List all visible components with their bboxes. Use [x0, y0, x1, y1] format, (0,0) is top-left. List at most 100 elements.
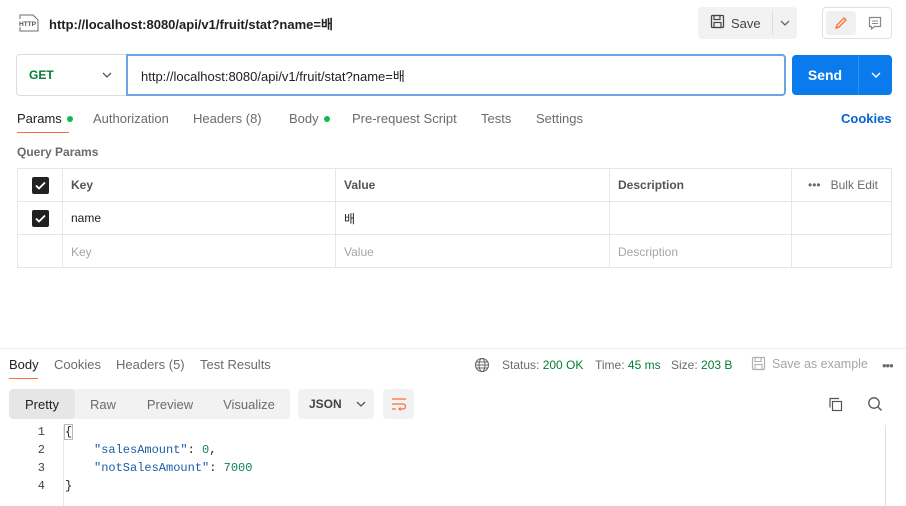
tab-pre-request-script[interactable]: Pre-request Script [352, 111, 457, 126]
send-button-group: Send [792, 55, 892, 95]
view-visualize-button[interactable]: Visualize [217, 389, 281, 419]
time-value: 45 ms [627, 358, 661, 372]
method-select[interactable]: GET [16, 54, 126, 96]
response-status: Status: 200 OK [502, 358, 583, 372]
line-number: 4 [37, 479, 45, 493]
view-pretty-button[interactable]: Pretty [9, 389, 75, 419]
chevron-down-icon [102, 72, 112, 78]
active-response-tab-indicator [9, 378, 38, 379]
globe-icon[interactable] [474, 357, 490, 376]
column-header-value: Value [336, 169, 610, 201]
view-raw-button[interactable]: Raw [83, 389, 123, 419]
tab-body[interactable]: Body [289, 111, 330, 126]
mode-toggle [822, 7, 892, 39]
chevron-down-icon [780, 20, 790, 26]
body-indicator-dot [323, 115, 330, 122]
check-icon [34, 181, 46, 190]
more-options-icon[interactable]: ••• [808, 178, 821, 192]
save-icon [751, 356, 766, 371]
request-title[interactable]: http://localhost:8080/api/v1/fruit/stat?… [49, 14, 333, 33]
more-options-icon[interactable]: ••• [882, 358, 894, 373]
new-key-field[interactable]: Key [63, 235, 336, 268]
comment-icon [868, 16, 882, 30]
query-params-title: Query Params [17, 145, 99, 159]
tab-headers[interactable]: Headers (8) [193, 111, 262, 126]
comments-button[interactable] [860, 11, 890, 35]
copy-icon[interactable] [828, 397, 843, 415]
param-value-field[interactable]: 배 [336, 202, 610, 234]
bulk-edit-cell: ••• Bulk Edit [792, 169, 891, 201]
column-header-key: Key [63, 169, 336, 201]
json-key: "notSalesAmount" [94, 461, 210, 475]
row-checkbox-cell [18, 202, 63, 234]
empty-checkbox-cell [18, 235, 63, 268]
check-icon [34, 214, 46, 223]
bulk-edit-button[interactable]: Bulk Edit [831, 178, 878, 192]
param-description-field[interactable] [610, 202, 792, 234]
search-icon[interactable] [867, 396, 883, 415]
code-line: 1 { [0, 424, 906, 443]
code-text: "salesAmount": 0, [94, 443, 217, 457]
url-input[interactable] [126, 54, 786, 96]
response-view-modes: Pretty Raw Preview Visualize [9, 389, 290, 419]
response-divider [0, 348, 906, 349]
response-tab-headers[interactable]: Headers (5) [116, 357, 185, 372]
code-line: 4 } [0, 479, 906, 497]
table-header-row: Key Value Description ••• Bulk Edit [18, 169, 891, 202]
format-label: JSON [309, 397, 342, 411]
save-label: Save [731, 15, 761, 31]
save-button[interactable]: Save [698, 7, 772, 39]
chevron-down-icon [871, 72, 880, 78]
chevron-down-icon [356, 401, 366, 407]
save-as-example-button[interactable]: Save as example [751, 356, 868, 371]
tab-settings[interactable]: Settings [536, 111, 583, 126]
view-preview-button[interactable]: Preview [140, 389, 200, 419]
json-comma: , [209, 443, 217, 457]
param-key-field[interactable]: name [63, 202, 336, 234]
table-row: name 배 [18, 202, 891, 235]
status-value: 200 OK [542, 358, 584, 372]
status-label: Status: [502, 358, 540, 372]
wrap-lines-button[interactable] [383, 389, 414, 419]
tab-authorization[interactable]: Authorization [93, 111, 169, 126]
response-size: Size: 203 B [671, 358, 732, 372]
json-key: "salesAmount" [94, 443, 188, 457]
new-description-field[interactable]: Description [610, 235, 792, 268]
code-text: "notSalesAmount": 7000 [94, 461, 253, 475]
empty-cell [792, 235, 891, 268]
send-options-button[interactable] [859, 55, 892, 95]
response-tab-cookies[interactable]: Cookies [54, 357, 101, 372]
edit-mode-button[interactable] [826, 11, 856, 35]
row-checkbox[interactable] [31, 209, 49, 227]
response-time: Time: 45 ms [595, 358, 661, 372]
response-tab-test-results[interactable]: Test Results [200, 357, 271, 372]
svg-text:HTTP: HTTP [19, 21, 37, 28]
query-params-table: Key Value Description ••• Bulk Edit name… [17, 168, 892, 268]
tab-tests[interactable]: Tests [481, 111, 511, 126]
save-as-example-label: Save as example [772, 356, 868, 371]
save-button-group: Save [698, 7, 797, 39]
code-text: { [63, 424, 74, 440]
json-value: 7000 [223, 461, 253, 475]
send-button[interactable]: Send [792, 55, 858, 95]
column-header-description: Description [610, 169, 792, 201]
select-all-cell [18, 169, 63, 201]
cookies-link[interactable]: Cookies [841, 111, 892, 126]
new-value-field[interactable]: Value [336, 235, 610, 268]
http-request-icon: HTTP [17, 12, 41, 34]
line-number: 1 [37, 425, 45, 439]
size-label: Size: [671, 358, 698, 372]
format-select[interactable]: JSON [298, 389, 374, 419]
line-number: 3 [37, 461, 45, 475]
save-icon [710, 14, 725, 32]
line-number: 2 [37, 443, 45, 457]
tab-params[interactable]: Params [17, 111, 73, 126]
select-all-checkbox[interactable] [31, 176, 49, 194]
save-options-button[interactable] [773, 7, 797, 39]
wrap-lines-icon [391, 398, 406, 411]
response-tab-body[interactable]: Body [9, 357, 39, 372]
code-text: } [65, 479, 73, 493]
tab-label: Body [289, 111, 319, 126]
code-line: 3 "notSalesAmount": 7000 [0, 461, 906, 479]
table-row-new: Key Value Description [18, 235, 891, 268]
